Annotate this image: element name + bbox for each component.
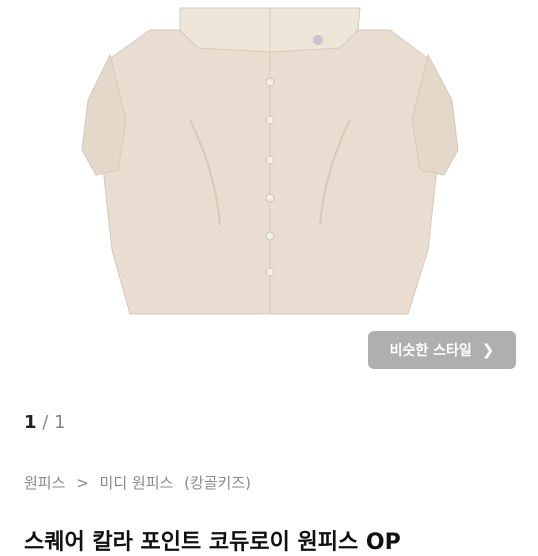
breadcrumb: 원피스 > 미디 원피스 (캉골키즈) bbox=[24, 472, 257, 493]
breadcrumb-child[interactable]: 미디 원피스 bbox=[100, 474, 174, 492]
breadcrumb-brand[interactable]: (캉골키즈) bbox=[184, 474, 251, 492]
breadcrumb-separator: > bbox=[76, 474, 89, 492]
similar-style-button[interactable]: 비슷한 스타일 ❯ bbox=[368, 331, 516, 369]
pager-total: 1 bbox=[54, 412, 66, 433]
similar-style-label: 비슷한 스타일 bbox=[389, 343, 472, 359]
chevron-right-icon: ❯ bbox=[481, 341, 495, 359]
image-pager: 1 / 1 bbox=[24, 412, 66, 433]
product-title: 스퀘어 칼라 포인트 코듀로이 원피스 OP bbox=[24, 530, 401, 555]
pager-current: 1 bbox=[24, 412, 37, 433]
pager-separator: / bbox=[42, 412, 49, 433]
breadcrumb-parent[interactable]: 원피스 bbox=[24, 474, 65, 492]
